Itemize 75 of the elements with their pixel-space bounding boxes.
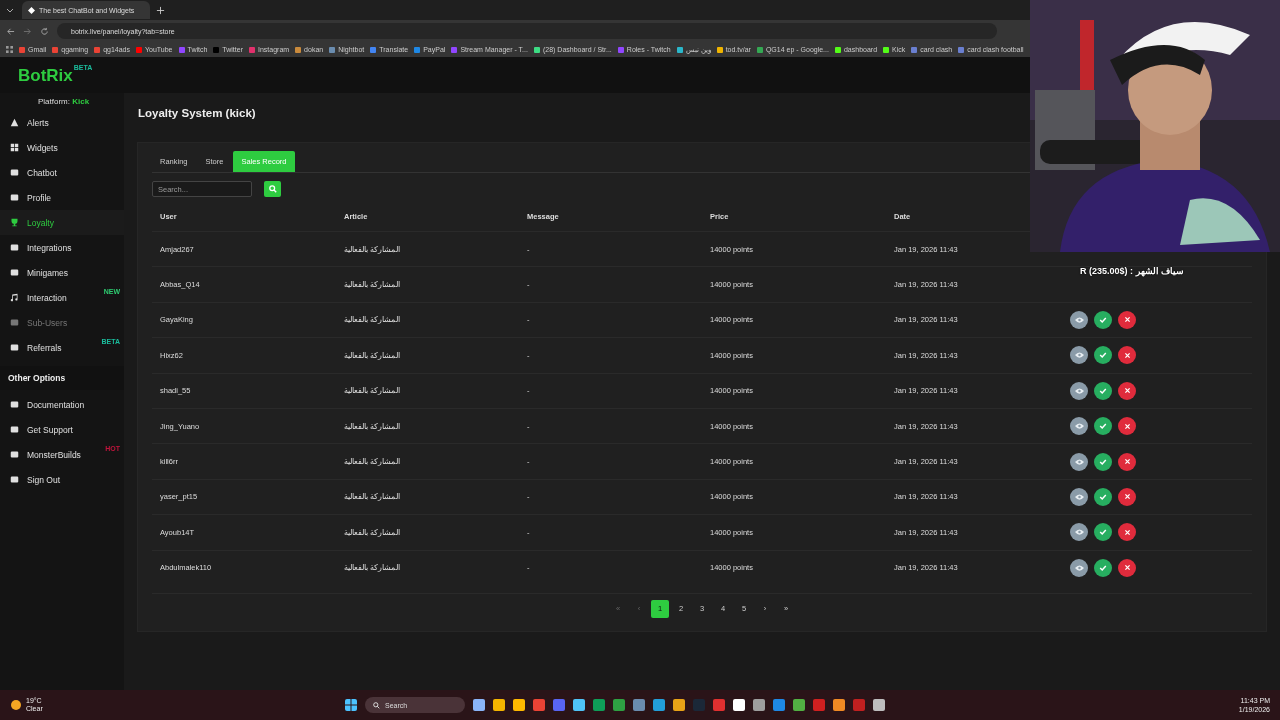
- favicon-icon: [28, 6, 35, 14]
- approve-button[interactable]: [1094, 310, 1112, 329]
- approve-button[interactable]: [1094, 558, 1112, 577]
- grid-icon: [10, 143, 19, 152]
- eye-icon: [1074, 387, 1084, 394]
- view-button[interactable]: [1070, 381, 1088, 400]
- music-icon: [10, 293, 19, 302]
- approve-button[interactable]: [1094, 346, 1112, 365]
- new-tab-icon[interactable]: [156, 5, 165, 15]
- view-button[interactable]: [1070, 417, 1088, 436]
- close-icon: [1123, 422, 1131, 430]
- sidebar-item[interactable]: Integrations: [0, 235, 124, 260]
- eye-icon: [1074, 316, 1084, 323]
- windows-icon[interactable]: [345, 699, 357, 711]
- reject-button[interactable]: [1118, 452, 1136, 471]
- close-icon: [1123, 458, 1131, 466]
- weather-icon[interactable]: [10, 699, 22, 711]
- close-icon: [1123, 528, 1131, 536]
- sidebar-item[interactable]: Widgets: [0, 135, 124, 160]
- apps-icon[interactable]: [6, 46, 13, 53]
- reject-button[interactable]: [1118, 523, 1136, 542]
- eye-icon: [1074, 529, 1084, 536]
- eye-icon: [1074, 493, 1084, 500]
- view-button[interactable]: [1070, 346, 1088, 365]
- eye-icon: [1074, 564, 1084, 571]
- eye-icon: [1074, 458, 1084, 465]
- approve-button[interactable]: [1094, 487, 1112, 506]
- check-icon: [1099, 528, 1107, 537]
- sidebar-item[interactable]: Profile: [0, 185, 124, 210]
- close-icon: [1123, 316, 1131, 324]
- sidebar-item[interactable]: Alerts: [0, 110, 124, 135]
- approve-button[interactable]: [1094, 417, 1112, 436]
- check-icon: [1099, 351, 1107, 360]
- back-icon[interactable]: [6, 26, 15, 36]
- sidebar-item[interactable]: Get Support: [0, 417, 124, 442]
- close-icon: [1123, 564, 1131, 572]
- search-icon: [373, 701, 380, 709]
- close-icon: [1123, 387, 1131, 395]
- approve-button[interactable]: [1094, 381, 1112, 400]
- sidebar-item[interactable]: Sign Out: [0, 467, 124, 492]
- check-icon: [1099, 315, 1107, 324]
- reject-button[interactable]: [1118, 558, 1136, 577]
- approve-button[interactable]: [1094, 452, 1112, 471]
- search-button[interactable]: [264, 181, 281, 197]
- view-button[interactable]: [1070, 523, 1088, 542]
- sidebar-item[interactable]: Minigames: [0, 260, 124, 285]
- approve-button[interactable]: [1094, 523, 1112, 542]
- warning-icon: [10, 118, 19, 127]
- reject-button[interactable]: [1118, 381, 1136, 400]
- reload-icon[interactable]: [40, 26, 49, 36]
- reject-button[interactable]: [1118, 487, 1136, 506]
- overlay-caption: سياف الشهر : ($235.00) R: [1080, 266, 1185, 276]
- close-icon: [1123, 493, 1131, 501]
- eye-icon: [1074, 352, 1084, 359]
- reject-button[interactable]: [1118, 417, 1136, 436]
- view-button[interactable]: [1070, 310, 1088, 329]
- view-button[interactable]: [1070, 558, 1088, 577]
- check-icon: [1099, 422, 1107, 431]
- check-icon: [1099, 492, 1107, 501]
- close-icon: [1123, 351, 1131, 359]
- view-button[interactable]: [1070, 487, 1088, 506]
- check-icon: [1099, 563, 1107, 572]
- search-icon: [268, 185, 277, 193]
- page-title: Loyalty System (kick): [138, 107, 257, 119]
- sidebar-item[interactable]: Documentation: [0, 392, 124, 417]
- eye-icon: [1074, 423, 1084, 430]
- check-icon: [1099, 457, 1107, 466]
- sidebar-item[interactable]: Chatbot: [0, 160, 124, 185]
- reject-button[interactable]: [1118, 346, 1136, 365]
- trophy-icon: [10, 218, 19, 227]
- reject-button[interactable]: [1118, 310, 1136, 329]
- check-icon: [1099, 386, 1107, 395]
- platform-label: Platform: Kick: [37, 96, 91, 108]
- sidebar-item[interactable]: Loyalty: [0, 210, 124, 235]
- view-button[interactable]: [1070, 452, 1088, 471]
